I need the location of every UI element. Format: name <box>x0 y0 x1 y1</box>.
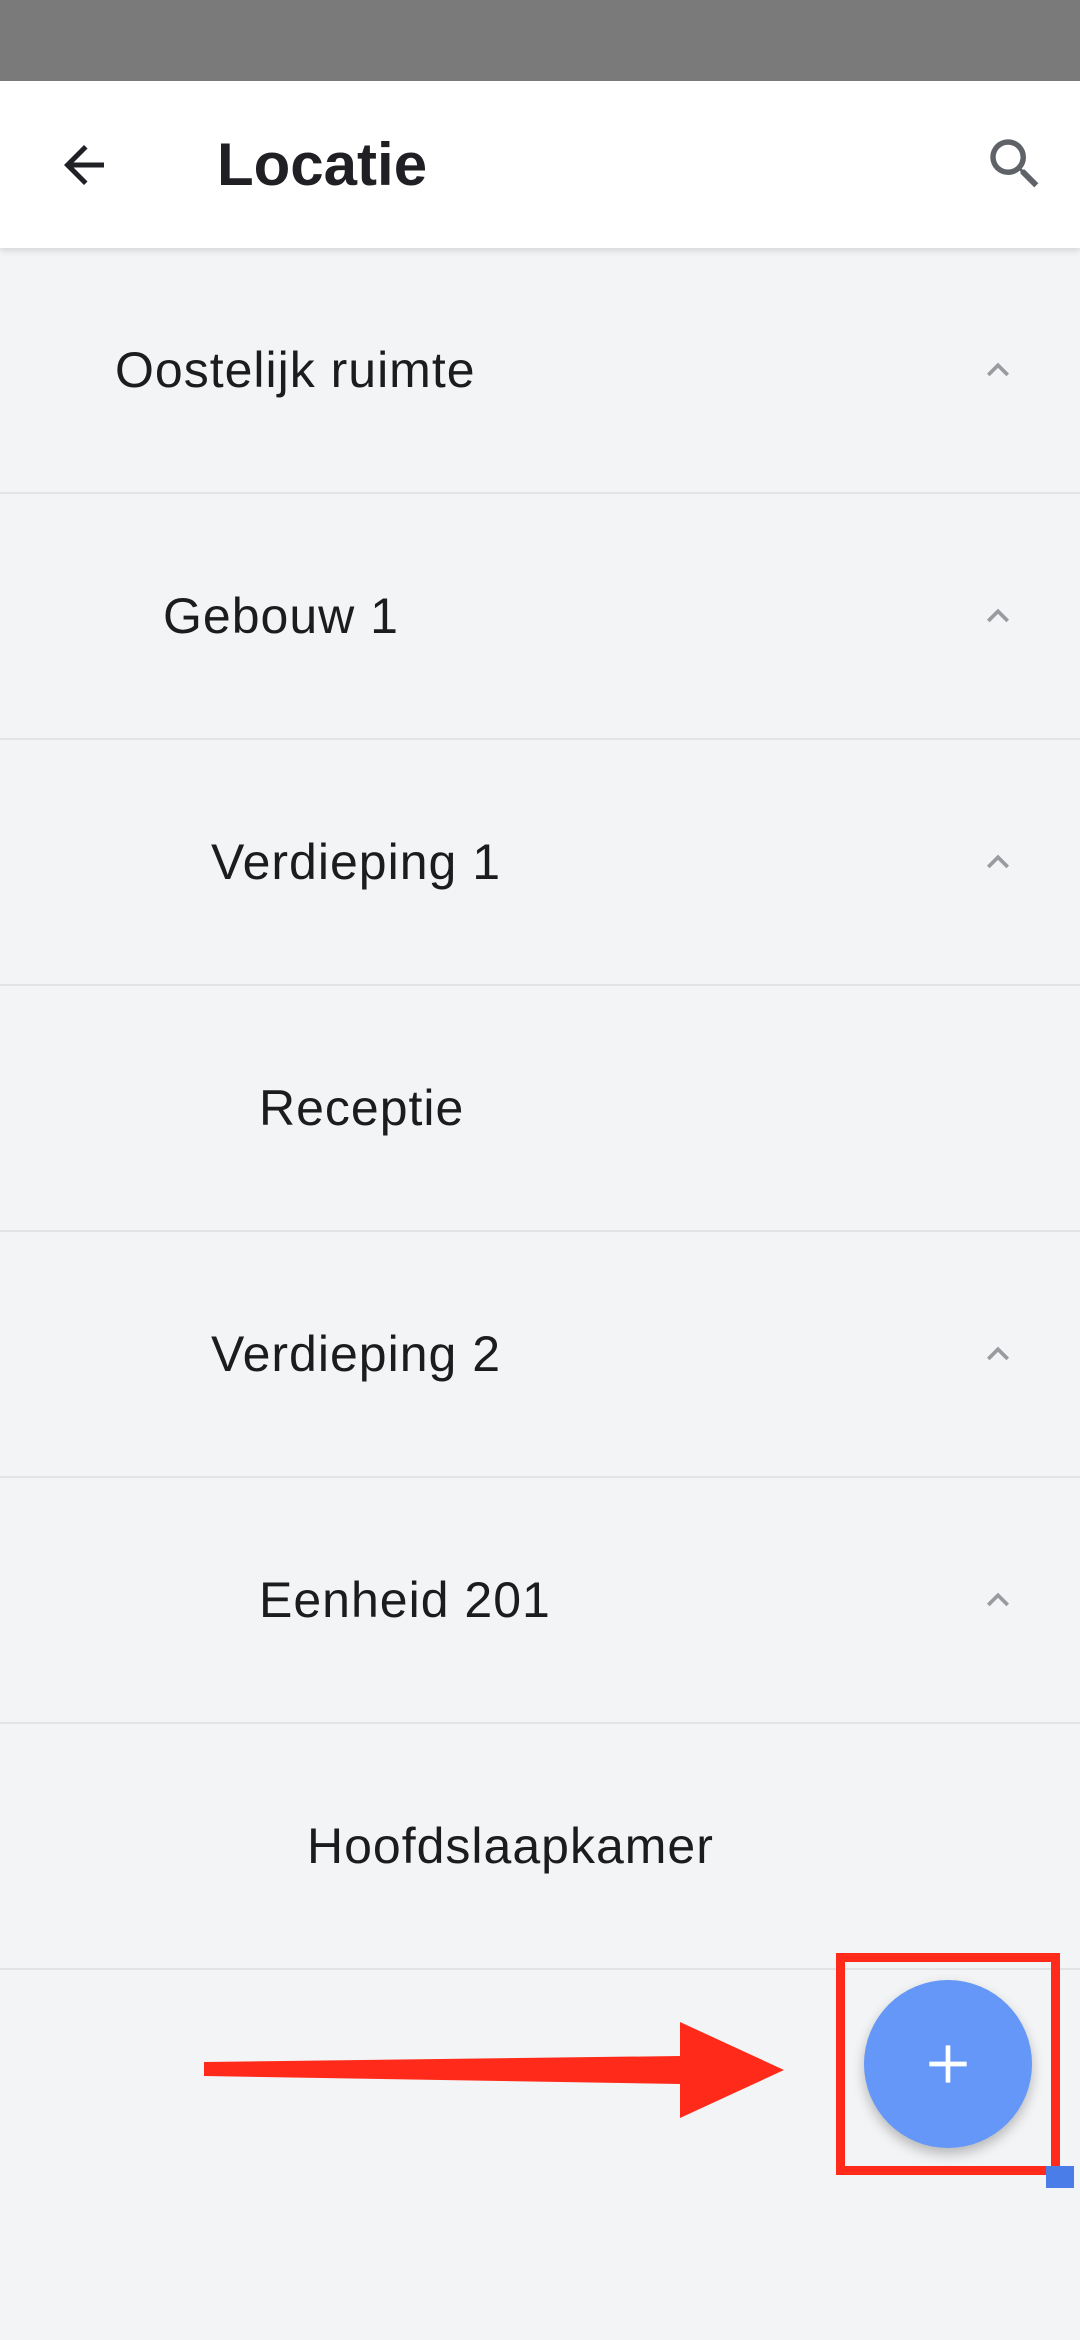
chevron-up-icon[interactable] <box>968 586 1028 646</box>
tree-item-gebouw-1[interactable]: Gebouw 1 <box>0 494 1080 740</box>
annotation-arrow <box>204 2022 784 2118</box>
tree-item-label: Verdieping 1 <box>211 834 502 890</box>
tree-item-receptie[interactable]: Receptie <box>0 986 1080 1232</box>
status-bar <box>0 0 1080 81</box>
tree-item-eenheid-201[interactable]: Eenheid 201 <box>0 1478 1080 1724</box>
tree-item-verdieping-1[interactable]: Verdieping 1 <box>0 740 1080 986</box>
tree-item-label: Eenheid 201 <box>259 1572 551 1628</box>
chevron-up-icon[interactable] <box>968 340 1028 400</box>
corner-marker <box>1046 2166 1074 2188</box>
chevron-up-icon[interactable] <box>968 832 1028 892</box>
search-icon <box>990 139 1039 188</box>
tree-item-verdieping-2[interactable]: Verdieping 2 <box>0 1232 1080 1478</box>
plus-icon <box>929 2045 967 2083</box>
arrow-left-icon <box>64 145 104 185</box>
tree-item-label: Oostelijk ruimte <box>115 342 476 398</box>
back-button[interactable] <box>40 124 128 206</box>
search-button[interactable] <box>970 119 1060 209</box>
tree-item-oostelijk-ruimte[interactable]: Oostelijk ruimte <box>0 248 1080 494</box>
tree-item-hoofdslaapkamer[interactable]: Hoofdslaapkamer <box>0 1724 1080 1970</box>
chevron-up-icon[interactable] <box>968 1570 1028 1630</box>
app-bar: Locatie <box>0 81 1080 248</box>
tree-item-label: Receptie <box>259 1080 465 1136</box>
chevron-up-icon[interactable] <box>968 1324 1028 1384</box>
page-title: Locatie <box>217 131 428 198</box>
add-location-button[interactable] <box>864 1980 1032 2148</box>
tree-item-label: Gebouw 1 <box>163 588 399 644</box>
tree-item-label: Hoofdslaapkamer <box>307 1818 714 1874</box>
tree-item-label: Verdieping 2 <box>211 1326 502 1382</box>
location-tree: Oostelijk ruimte Gebouw 1 Verdieping 1 R… <box>0 248 1080 1970</box>
